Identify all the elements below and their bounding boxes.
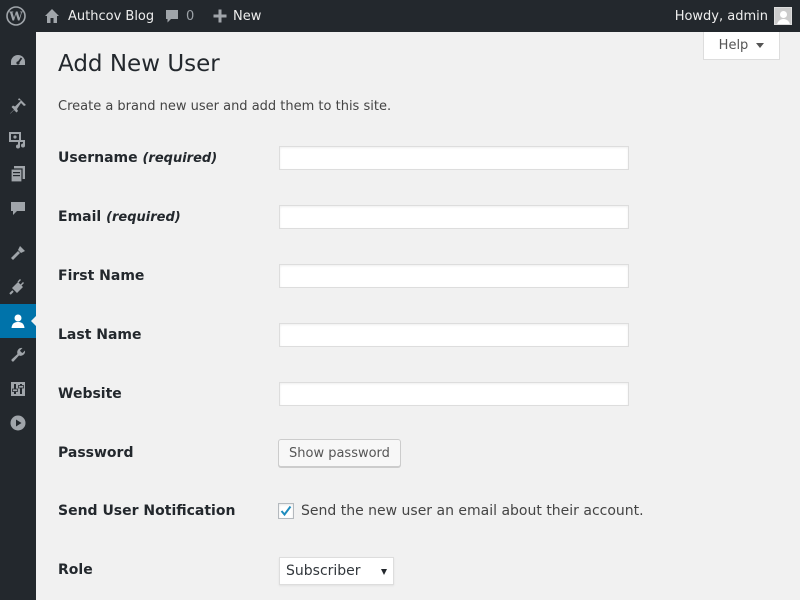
plugins-icon[interactable] bbox=[0, 270, 36, 304]
username-input[interactable] bbox=[279, 146, 629, 170]
wordpress-logo-icon[interactable]: W bbox=[6, 0, 30, 32]
appearance-icon[interactable] bbox=[0, 236, 36, 270]
comments-count: 0 bbox=[186, 8, 195, 24]
required-note: (required) bbox=[142, 151, 218, 166]
role-select[interactable]: Subscriber bbox=[279, 557, 394, 585]
plus-icon bbox=[213, 9, 227, 23]
password-label: Password bbox=[58, 445, 134, 461]
comments-link[interactable]: 0 bbox=[164, 0, 194, 32]
media-icon[interactable] bbox=[0, 123, 36, 157]
admin-menu bbox=[0, 32, 36, 600]
username-label: Username (required) bbox=[58, 150, 217, 166]
svg-text:W: W bbox=[8, 10, 23, 24]
comment-bubble-icon bbox=[166, 10, 178, 23]
tools-icon[interactable] bbox=[0, 338, 36, 372]
email-input[interactable] bbox=[279, 205, 629, 229]
page-intro: Create a brand new user and add them to … bbox=[58, 99, 392, 114]
send-notification-label: Send User Notification bbox=[58, 503, 236, 519]
dropdown-arrow-icon bbox=[381, 569, 387, 575]
site-name-link[interactable]: Authcov Blog bbox=[44, 0, 154, 32]
site-name-label: Authcov Blog bbox=[68, 8, 155, 24]
first-name-label: First Name bbox=[58, 268, 145, 284]
home-icon bbox=[45, 9, 59, 23]
dashboard-icon[interactable] bbox=[0, 44, 36, 78]
email-label-text: Email bbox=[58, 209, 102, 225]
website-label: Website bbox=[58, 386, 122, 402]
last-name-label: Last Name bbox=[58, 327, 142, 343]
admin-bar: W Authcov Blog 0 New Howdy, admin bbox=[0, 0, 800, 32]
email-label: Email (required) bbox=[58, 209, 181, 225]
new-label: New bbox=[233, 8, 262, 24]
main-content: Add New User Create a brand new user and… bbox=[36, 32, 800, 600]
posts-icon[interactable] bbox=[0, 89, 36, 123]
required-note: (required) bbox=[106, 210, 181, 225]
comments-icon[interactable] bbox=[0, 191, 36, 225]
show-password-button[interactable]: Show password bbox=[278, 439, 401, 467]
my-account-link[interactable]: Howdy, admin bbox=[675, 0, 792, 32]
pages-icon[interactable] bbox=[0, 157, 36, 191]
role-select-value: Subscriber bbox=[286, 563, 361, 579]
page-title: Add New User bbox=[58, 51, 220, 77]
role-label: Role bbox=[58, 562, 93, 578]
new-content-link[interactable]: New bbox=[213, 0, 261, 32]
website-input[interactable] bbox=[279, 382, 629, 406]
account-greeting: Howdy, admin bbox=[674, 8, 768, 24]
settings-icon[interactable] bbox=[0, 372, 36, 406]
send-notification-checkbox[interactable] bbox=[278, 503, 294, 519]
media-player-icon[interactable] bbox=[0, 406, 36, 440]
last-name-input[interactable] bbox=[279, 323, 629, 347]
users-icon[interactable] bbox=[0, 304, 36, 338]
username-label-text: Username bbox=[58, 150, 138, 166]
avatar bbox=[774, 7, 792, 25]
first-name-input[interactable] bbox=[279, 264, 629, 288]
send-notification-text[interactable]: Send the new user an email about their a… bbox=[301, 503, 644, 519]
checkmark-icon bbox=[280, 505, 292, 517]
